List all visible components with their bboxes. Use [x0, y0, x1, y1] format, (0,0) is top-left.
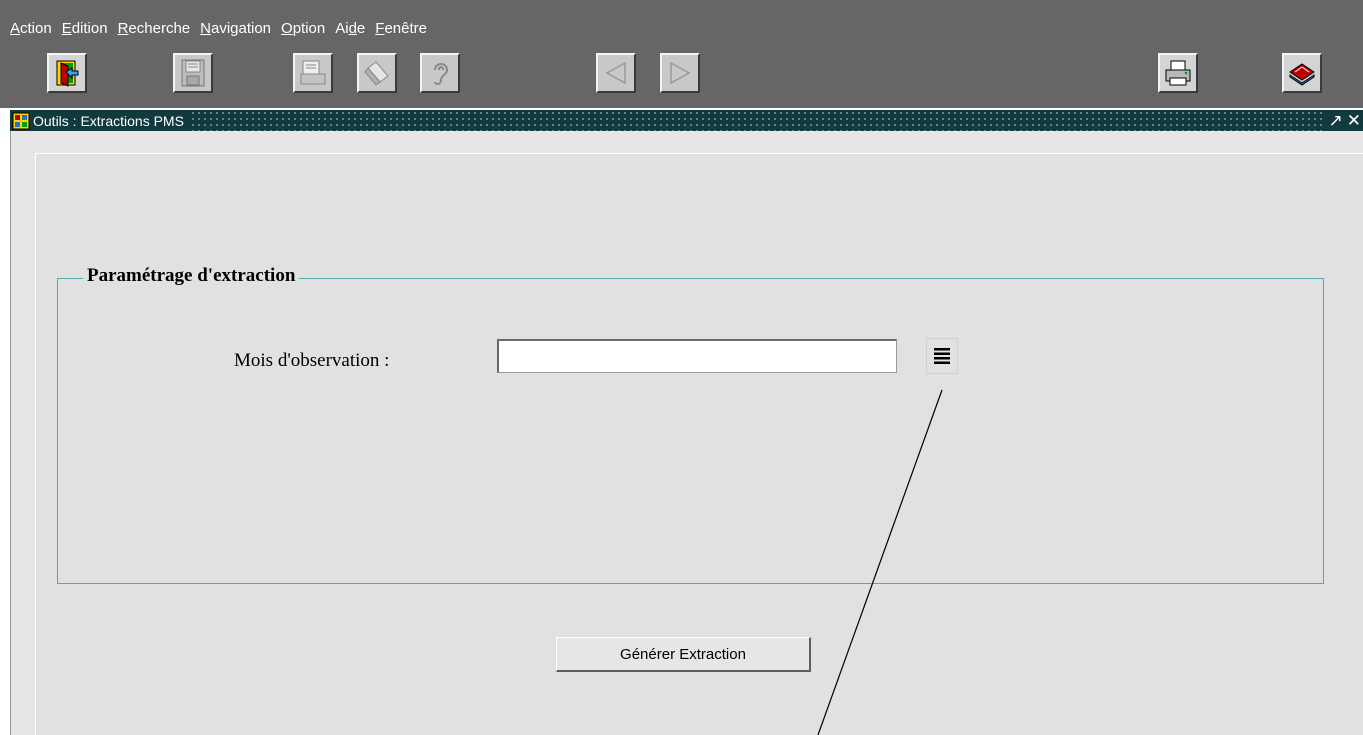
- floppy-disk-icon: [181, 59, 205, 87]
- menu-bar: Action Edition Recherche Navigation Option Ai…: [0, 0, 1363, 43]
- menu-item[interactable]: Recherche: [118, 20, 191, 37]
- eraser-icon: [364, 61, 389, 86]
- observation-month-label: Mois d'observation :: [234, 350, 390, 371]
- window-title: Outils : Extractions PMS: [33, 112, 184, 129]
- menu-items: Action Edition Recherche Navigation Option Ai…: [10, 20, 437, 37]
- window-controls: ↗ ✕: [1324, 110, 1363, 131]
- menu-item[interactable]: Action: [10, 20, 52, 37]
- maximize-icon[interactable]: ↗: [1329, 112, 1343, 129]
- menu-item[interactable]: Edition: [62, 20, 108, 37]
- window-title-group: Outils : Extractions PMS: [10, 110, 190, 131]
- close-icon[interactable]: ✕: [1347, 112, 1361, 129]
- observation-month-input[interactable]: [497, 339, 897, 373]
- previous-record-button[interactable]: [596, 53, 636, 93]
- extraction-parameters-groupbox: [57, 278, 1324, 584]
- window-title-bar[interactable]: Outils : Extractions PMS ↗ ✕: [10, 110, 1363, 131]
- exit-door-icon: [56, 60, 79, 87]
- exit-button[interactable]: [47, 53, 87, 93]
- app-window-icon: [12, 112, 30, 129]
- next-record-button[interactable]: [660, 53, 700, 93]
- triangle-left-icon: [605, 61, 626, 85]
- toolbar: [0, 43, 1363, 108]
- menu-item[interactable]: Navigation: [200, 20, 271, 37]
- save-button[interactable]: [173, 53, 213, 93]
- book-button[interactable]: [1282, 53, 1322, 93]
- clear-button[interactable]: [357, 53, 397, 93]
- printer-icon: [1165, 60, 1191, 86]
- groupbox-title: Paramétrage d'extraction: [83, 265, 300, 287]
- print-preview-button[interactable]: [293, 53, 333, 93]
- list-of-values-button[interactable]: [926, 338, 958, 374]
- book-icon: [1289, 63, 1315, 86]
- menu-item[interactable]: Option: [281, 20, 325, 37]
- print-document-icon: [300, 60, 326, 85]
- help-ear-icon: [434, 63, 449, 86]
- help-button[interactable]: [420, 53, 460, 93]
- list-of-values-icon: [934, 348, 950, 364]
- generate-extraction-button[interactable]: Générer Extraction: [556, 637, 811, 672]
- print-button[interactable]: [1158, 53, 1198, 93]
- menu-item[interactable]: Fenêtre: [375, 20, 427, 37]
- triangle-right-icon: [670, 61, 691, 85]
- menu-item[interactable]: Aide: [335, 20, 365, 37]
